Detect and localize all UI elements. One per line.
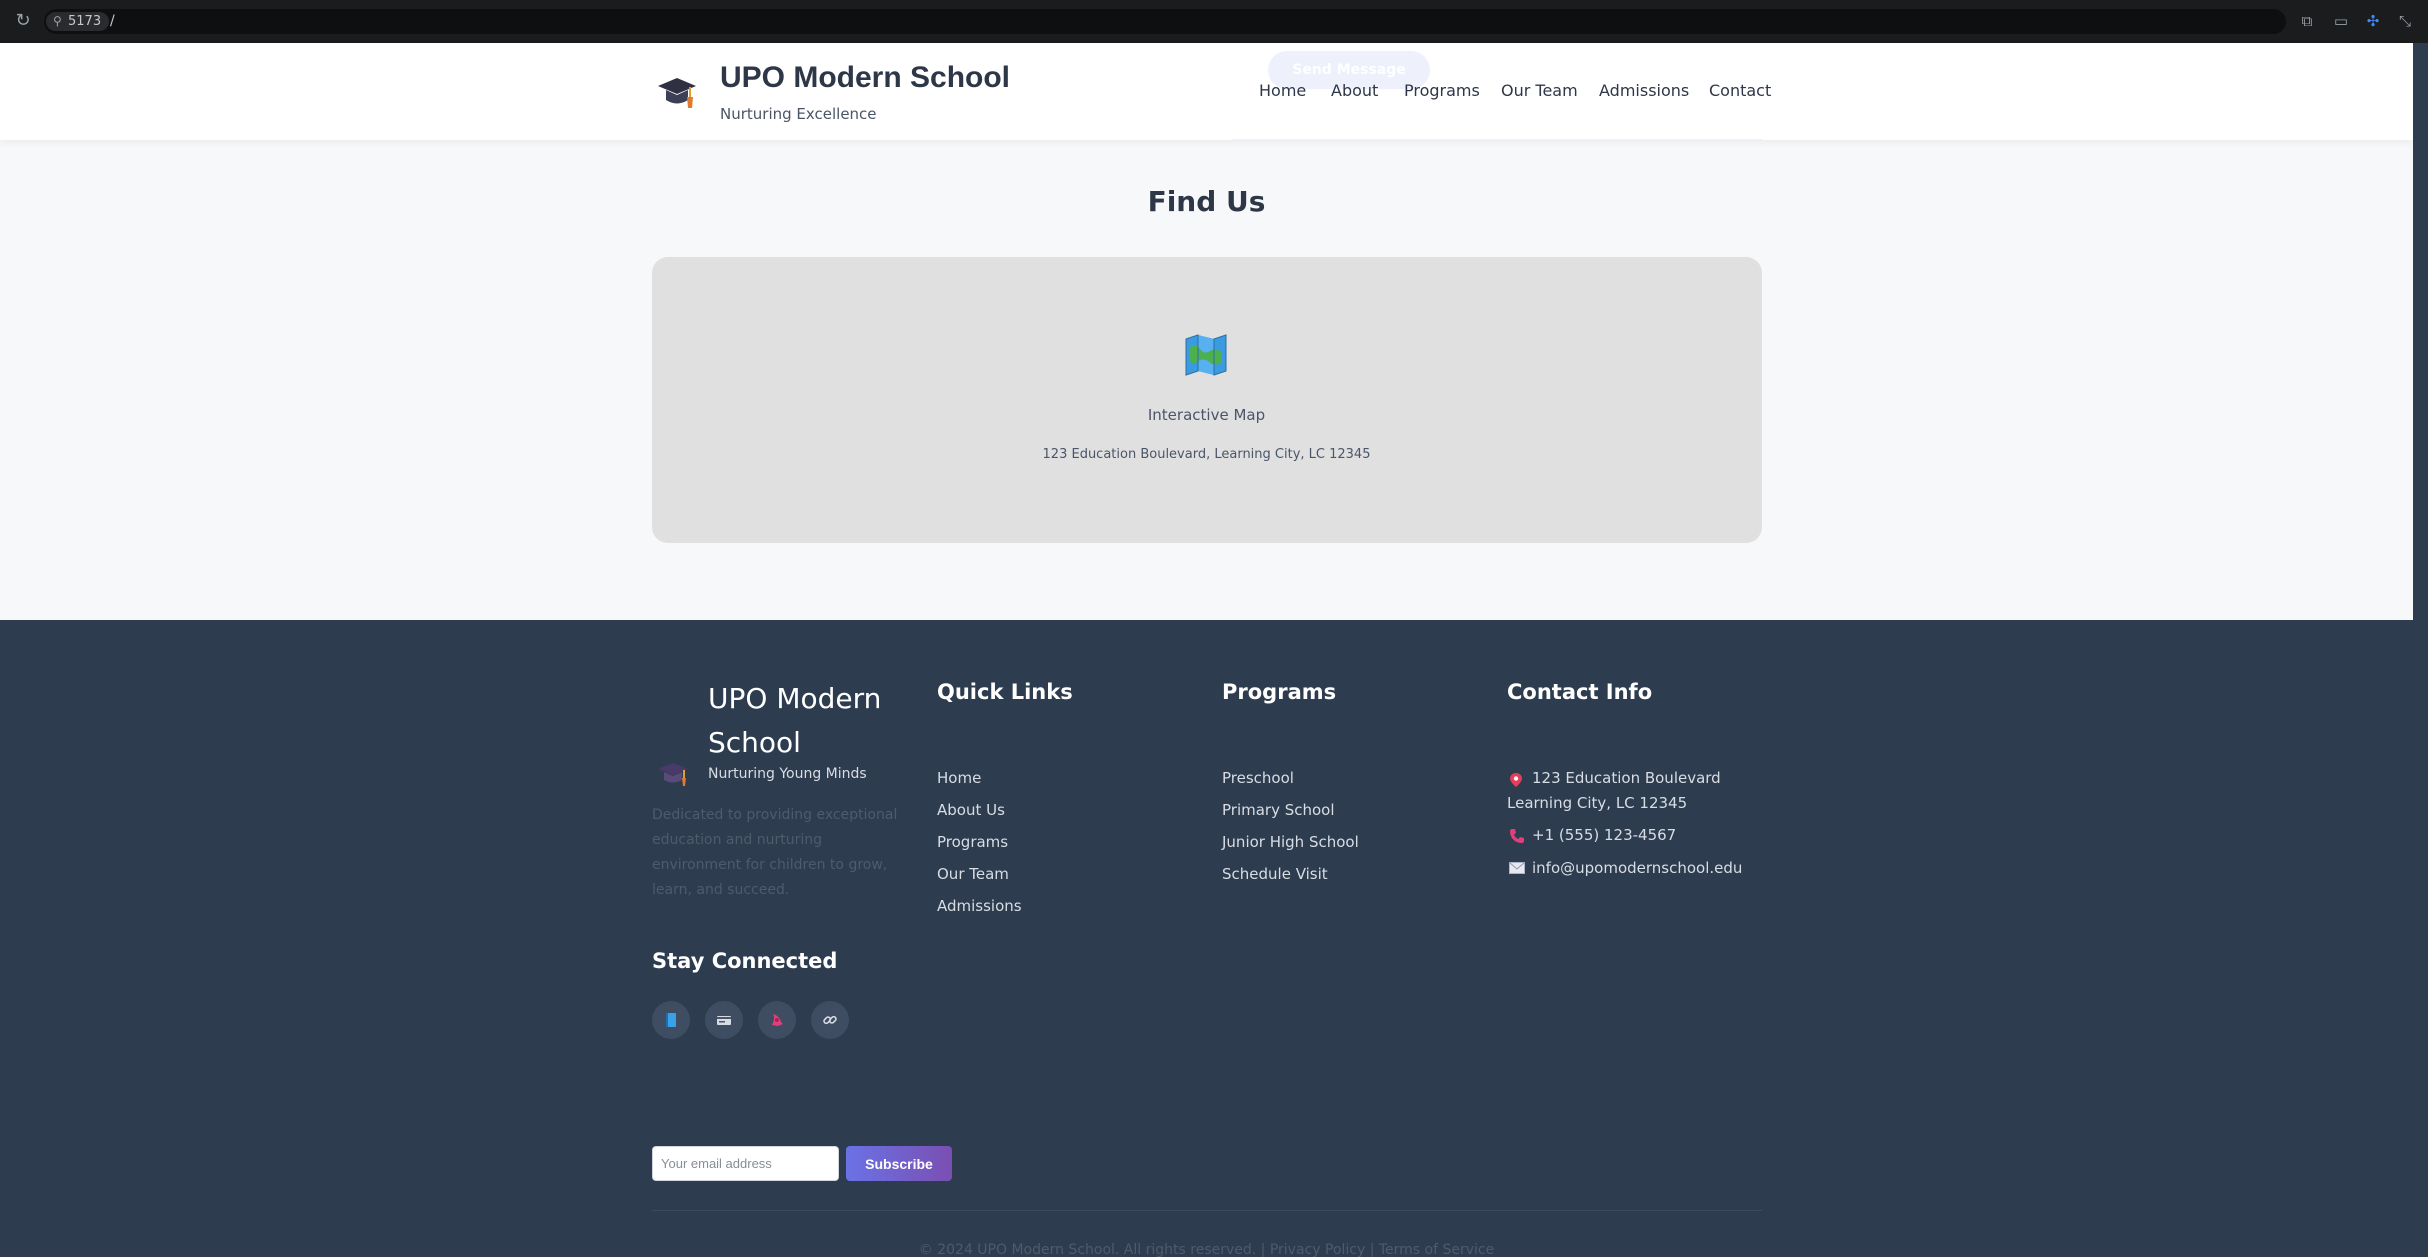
contact-phone[interactable]: +1 (555) 123-4567 [1532,826,1676,844]
header-divider [1232,139,1762,141]
copyright-text: © 2024 UPO Modern School. All rights res… [918,1242,1495,1257]
page: Send Message UPO Modern School Nurturing… [0,43,2413,1257]
pin-icon [1510,773,1522,787]
footer-brand-title: UPO Modern School [708,682,882,759]
page-scrollbar[interactable] [2413,43,2428,1257]
contact-info-title: Contact Info [1507,680,1653,704]
footer-program-primary[interactable]: Primary School [1222,801,1335,819]
footer-link-about[interactable]: About Us [937,801,1005,819]
link-icon[interactable] [811,1001,849,1039]
quick-links-title: Quick Links [937,680,1073,704]
contact-address-line1: 123 Education Boulevard [1532,769,1721,787]
footer-schedule-visit[interactable]: Schedule Visit [1222,865,1328,883]
site-footer: UPO Modern School Nurturing Young Minds … [0,620,2413,1257]
nav-our-team[interactable]: Our Team [1501,81,1578,100]
browser-toolbar: ↻ 5173 / ⧉ ▭ ✣ ⤡ [0,0,2428,43]
map-card[interactable] [652,257,1762,543]
footer-link-admissions[interactable]: Admissions [937,897,1022,915]
footer-divider [652,1210,1762,1211]
inspect-icon[interactable]: ✣ [2362,10,2384,32]
contact-email[interactable]: info@upomodernschool.edu [1532,859,1742,877]
facebook-book-icon[interactable] [652,1001,690,1039]
phone-icon [1510,829,1524,843]
footer-description: Dedicated to providing exceptional educa… [652,807,898,898]
newsletter-email-input[interactable] [652,1146,839,1181]
camera-icon[interactable] [758,1001,796,1039]
nav-contact[interactable]: Contact [1709,81,1771,100]
port-badge[interactable]: 5173 [46,12,110,31]
reload-icon[interactable]: ↻ [12,10,34,32]
subscribe-button[interactable]: Subscribe [846,1146,952,1181]
map-label: Interactive Map [1147,406,1266,424]
site-header: Send Message UPO Modern School Nurturing… [0,43,2413,141]
devices-icon[interactable]: ▭ [2330,10,2352,32]
graduation-cap-icon [658,763,688,786]
nav-programs[interactable]: Programs [1404,81,1480,100]
footer-link-our-team[interactable]: Our Team [937,865,1009,883]
contact-address-line2: Learning City, LC 12345 [1507,794,1688,812]
footer-brand-tagline: Nurturing Young Minds [708,766,867,782]
brand-title[interactable]: UPO Modern School [720,61,1010,95]
programs-title: Programs [1222,680,1337,704]
open-external-icon[interactable]: ⧉ [2296,10,2318,32]
nav-admissions[interactable]: Admissions [1599,81,1689,100]
exit-fullscreen-icon[interactable]: ⤡ [2394,10,2416,32]
id-card-icon[interactable] [705,1001,743,1039]
nav-about[interactable]: About [1331,81,1378,100]
map-address: 123 Education Boulevard, Learning City, … [1042,447,1371,462]
nav-home[interactable]: Home [1259,81,1306,100]
footer-program-junior-high[interactable]: Junior High School [1222,833,1359,851]
map-icon [1185,334,1227,376]
graduation-cap-icon[interactable] [656,70,698,112]
envelope-icon [1509,862,1525,874]
footer-link-home[interactable]: Home [937,769,981,787]
footer-link-programs[interactable]: Programs [937,833,1008,851]
stay-connected-title: Stay Connected [652,949,838,973]
address-bar[interactable] [44,9,2286,34]
footer-program-preschool[interactable]: Preschool [1222,769,1294,787]
find-us-title: Find Us [1147,185,1266,218]
brand-tagline: Nurturing Excellence [720,105,877,123]
url-path[interactable]: / [110,12,115,31]
